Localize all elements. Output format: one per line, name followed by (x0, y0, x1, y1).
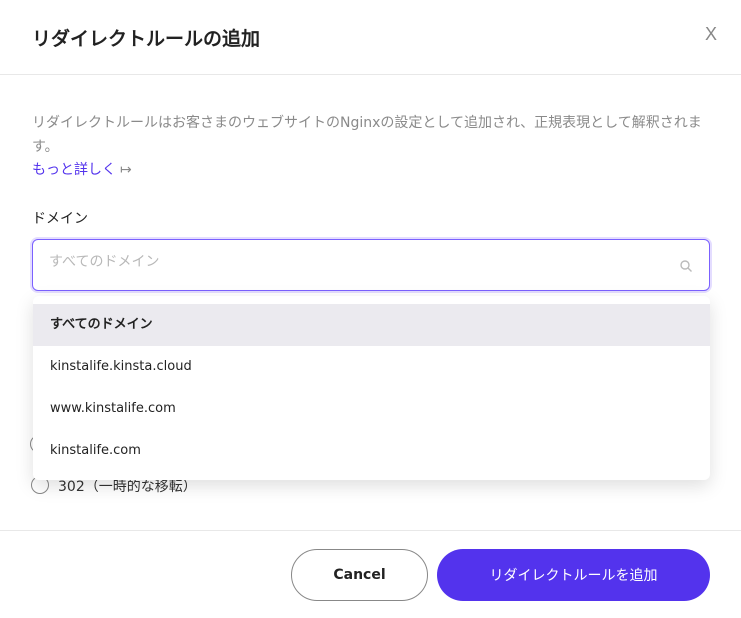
domain-search-input[interactable] (49, 254, 649, 270)
cancel-button[interactable]: Cancel (291, 549, 428, 601)
add-redirect-rule-button[interactable]: リダイレクトルールを追加 (437, 549, 710, 601)
learn-more-link[interactable]: もっと詳しく ↦ (32, 158, 132, 182)
domain-option[interactable]: www.kinstalife.com (33, 388, 710, 430)
domain-label: ドメイン (32, 211, 88, 227)
search-icon (680, 260, 692, 272)
close-icon[interactable]: X (705, 24, 717, 45)
header-divider (0, 74, 741, 75)
description: リダイレクトルールはお客さまのウェブサイトのNginxの設定として追加され、正規… (32, 115, 702, 155)
dialog-title: リダイレクトルールの追加 (32, 28, 261, 50)
domain-option[interactable]: kinstalife.kinsta.cloud (33, 346, 710, 388)
domain-dropdown: すべてのドメイン kinstalife.kinsta.cloud www.kin… (33, 296, 710, 480)
domain-select[interactable] (32, 239, 710, 291)
external-link-icon: ↦ (120, 162, 132, 178)
footer-divider (0, 530, 741, 531)
domain-option[interactable]: すべてのドメイン (33, 304, 710, 346)
domain-option[interactable]: kinstalife.com (33, 430, 710, 472)
learn-more-label: もっと詳しく (32, 162, 116, 178)
